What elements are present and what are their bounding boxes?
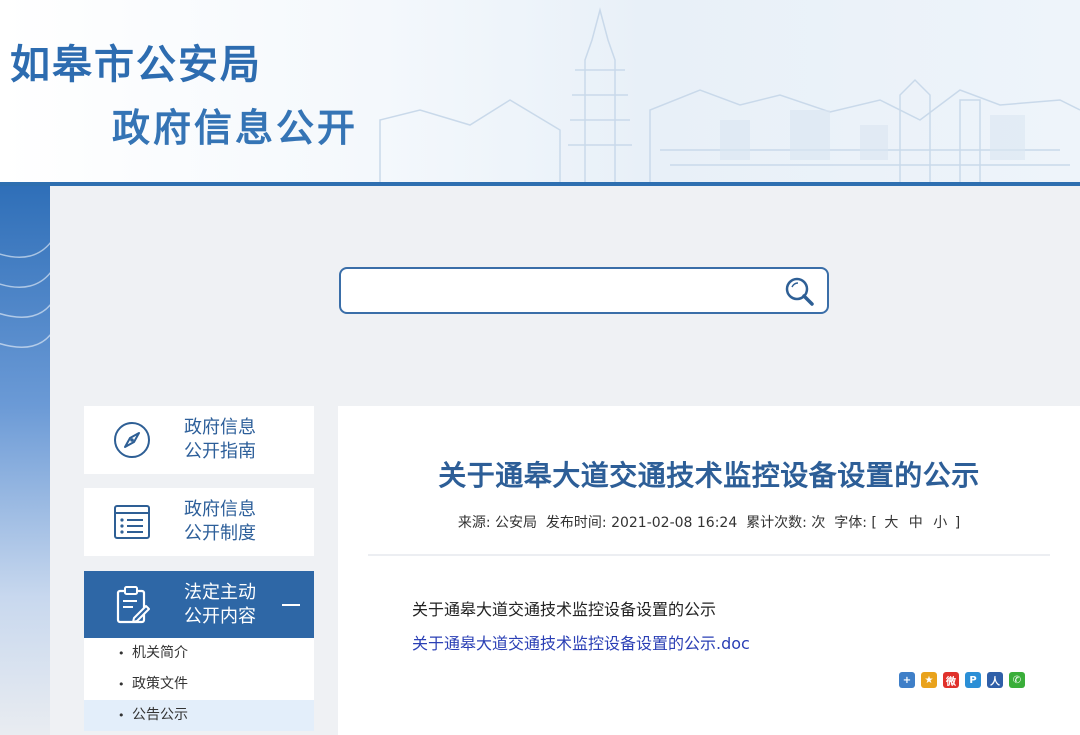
attachment-link[interactable]: 关于通皋大道交通技术监控设备设置的公示.doc [412,630,750,654]
article-body-text: 关于通皋大道交通技术监控设备设置的公示 [412,600,717,619]
sidebar-item-label: 政府信息 公开指南 [184,417,256,462]
sidebar-item-label: 法定主动 公开内容 [184,582,256,627]
sidebar-submenu: 机关简介 政策文件 公告公示 [84,638,314,731]
search-box [339,267,829,314]
site-title: 如皋市公安局 [10,42,262,88]
sidebar-item-statutory-content[interactable]: 法定主动 公开内容 [84,571,314,639]
font-size-large[interactable]: 大 [884,515,898,531]
compass-icon [114,422,150,458]
search-input[interactable] [351,277,771,305]
sidebar-item-label: 政府信息 公开制度 [184,499,256,544]
list-icon [114,505,150,539]
site-subtitle: 政府信息公开 [112,106,359,150]
sidebar-item-system[interactable]: 政府信息 公开制度 [84,488,314,556]
submenu-item-policy-documents[interactable]: 政策文件 [84,669,314,700]
city-skyline-illustration [379,7,1080,182]
font-size-label: 字体: [834,515,867,531]
submenu-item-announcements[interactable]: 公告公示 [84,700,314,731]
article-publish-time: 发布时间: 2021-02-08 16:24 [545,515,738,531]
share-bar: + ★ 微 P 人 ✆ [899,672,1025,688]
weibo-icon[interactable]: 微 [943,672,959,688]
article-panel: 关于通皋大道交通技术监控设备设置的公示 来源: 公安局 发布时间: 2021-0… [338,406,1080,735]
article-source: 来源: 公安局 [457,515,538,531]
submenu-item-agency-intro[interactable]: 机关简介 [84,638,314,669]
clipboard-edit-icon [116,586,150,624]
share-plus-icon[interactable]: + [899,672,915,688]
search-button[interactable] [781,275,817,307]
font-size-medium[interactable]: 中 [909,515,923,531]
wechat-icon[interactable]: ✆ [1009,672,1025,688]
renren-icon[interactable]: 人 [987,672,1003,688]
site-header: 如皋市公安局 政府信息公开 [0,0,1080,182]
font-size-switcher: 字体: [ 大 中 小 ] [834,515,961,531]
article-meta: 来源: 公安局 发布时间: 2021-02-08 16:24 累计次数: 次 字… [338,512,1080,532]
article-view-count: 累计次数: 次 [746,515,826,531]
search-icon [785,277,814,306]
font-size-small[interactable]: 小 [933,515,947,531]
article-title: 关于通皋大道交通技术监控设备设置的公示 [438,459,980,492]
sidebar-item-guide[interactable]: 政府信息 公开指南 [84,406,314,474]
left-decorative-strip [0,186,50,735]
qzone-icon[interactable]: ★ [921,672,937,688]
collapse-icon[interactable] [282,604,300,606]
tencent-weibo-icon[interactable]: P [965,672,981,688]
article-divider [368,554,1050,556]
